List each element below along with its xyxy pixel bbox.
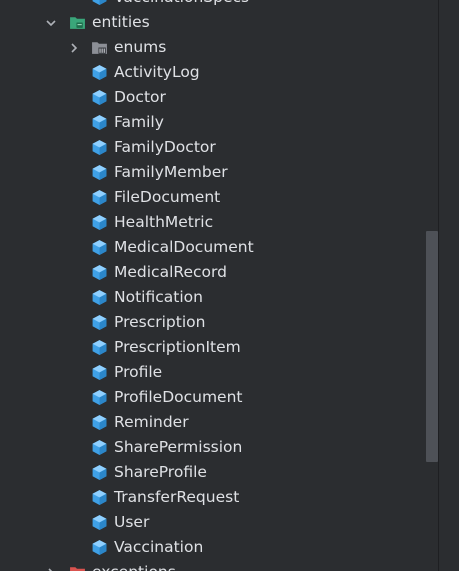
class-icon — [92, 265, 107, 280]
tree-item-label: Notification — [114, 288, 203, 306]
tree-item-profile[interactable]: Profile — [0, 360, 438, 385]
tree-item-notification[interactable]: Notification — [0, 285, 438, 310]
tree-item-activitylog[interactable]: ActivityLog — [0, 60, 438, 85]
package-icon — [92, 42, 107, 54]
chevron-down-icon[interactable] — [43, 10, 59, 35]
tree-item-familydoctor[interactable]: FamilyDoctor — [0, 135, 438, 160]
tree-item-medicaldocument[interactable]: MedicalDocument — [0, 235, 438, 260]
tree-item-label: ActivityLog — [114, 63, 200, 81]
tree-item-label: FileDocument — [114, 188, 221, 206]
tree-item-transferrequest[interactable]: TransferRequest — [0, 485, 438, 510]
chevron-right-icon[interactable] — [66, 35, 82, 60]
chevron-right-icon[interactable] — [43, 560, 59, 571]
tree-item-family[interactable]: Family — [0, 110, 438, 135]
class-icon — [92, 90, 107, 105]
tree-item-familymember[interactable]: FamilyMember — [0, 160, 438, 185]
class-icon — [92, 240, 107, 255]
tree-item-label: Family — [114, 113, 164, 131]
class-icon — [92, 215, 107, 230]
tree-item-label: Profile — [114, 363, 163, 381]
tree-item-user[interactable]: User — [0, 510, 438, 535]
tree-item-label: exceptions — [92, 560, 176, 571]
class-icon — [92, 0, 107, 5]
tree-item-reminder[interactable]: Reminder — [0, 410, 438, 435]
tree-item-enums[interactable]: enums — [0, 35, 438, 60]
tree-item-vaccinationspecs[interactable]: VaccinationSpecs — [0, 0, 438, 10]
tree-item-profiledocument[interactable]: ProfileDocument — [0, 385, 438, 410]
tree-item-label: Reminder — [114, 413, 189, 431]
class-icon — [92, 340, 107, 355]
tree-item-healthmetric[interactable]: HealthMetric — [0, 210, 438, 235]
tree-item-sharepermission[interactable]: SharePermission — [0, 435, 438, 460]
tree-item-medicalrecord[interactable]: MedicalRecord — [0, 260, 438, 285]
tree-item-label: Doctor — [114, 88, 166, 106]
class-icon — [92, 440, 107, 455]
project-tree: VaccinationSpecs entities — [0, 0, 438, 571]
class-icon — [92, 415, 107, 430]
tree-item-shareprofile[interactable]: ShareProfile — [0, 460, 438, 485]
class-icon — [92, 140, 107, 155]
class-icon — [92, 115, 107, 130]
tree-item-exceptions[interactable]: exceptions — [0, 560, 438, 571]
tree-item-filedocument[interactable]: FileDocument — [0, 185, 438, 210]
class-icon — [92, 290, 107, 305]
class-icon — [92, 515, 107, 530]
tree-item-vaccination[interactable]: Vaccination — [0, 535, 438, 560]
class-icon — [92, 365, 107, 380]
tree-item-label: VaccinationSpecs — [114, 0, 249, 10]
tree-item-label: entities — [92, 13, 150, 31]
class-icon — [92, 490, 107, 505]
class-icon — [92, 315, 107, 330]
tree-item-label: TransferRequest — [114, 488, 240, 506]
package-icon — [70, 567, 85, 571]
tree-item-prescription[interactable]: Prescription — [0, 310, 438, 335]
project-tree-panel: VaccinationSpecs entities — [0, 0, 459, 571]
tree-item-label: SharePermission — [114, 438, 243, 456]
tree-item-entities[interactable]: entities — [0, 10, 438, 35]
vertical-scrollbar[interactable] — [426, 231, 438, 462]
tree-item-label: MedicalDocument — [114, 238, 254, 256]
class-icon — [92, 190, 107, 205]
tree-item-label: PrescriptionItem — [114, 338, 241, 356]
tree-item-label: enums — [114, 38, 167, 56]
class-list: ActivityLog Doctor Family FamilyDoctor Famil… — [0, 60, 438, 560]
class-icon — [92, 165, 107, 180]
panel-divider — [438, 0, 439, 571]
tree-item-label: Vaccination — [114, 538, 204, 556]
class-icon — [92, 65, 107, 80]
tree-item-doctor[interactable]: Doctor — [0, 85, 438, 110]
tree-item-prescriptionitem[interactable]: PrescriptionItem — [0, 335, 438, 360]
tree-item-label: FamilyMember — [114, 163, 228, 181]
tree-item-label: FamilyDoctor — [114, 138, 216, 156]
tree-item-label: HealthMetric — [114, 213, 214, 231]
class-icon — [92, 390, 107, 405]
package-icon — [70, 17, 85, 29]
tree-item-label: MedicalRecord — [114, 263, 227, 281]
class-icon — [92, 540, 107, 555]
class-icon — [92, 465, 107, 480]
tree-item-label: User — [114, 513, 150, 531]
tree-item-label: ShareProfile — [114, 463, 207, 481]
tree-item-label: ProfileDocument — [114, 388, 243, 406]
tree-item-label: Prescription — [114, 313, 206, 331]
